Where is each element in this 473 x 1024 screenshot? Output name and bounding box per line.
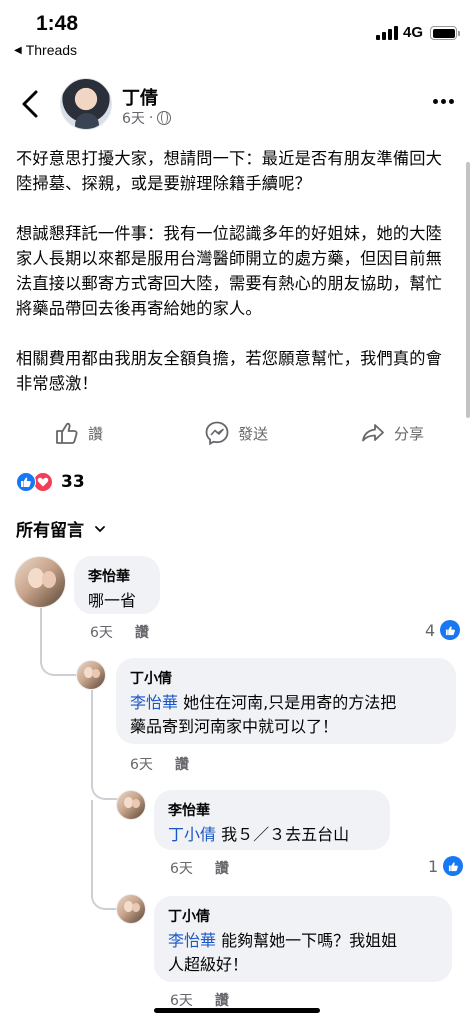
more-options-button[interactable] (428, 90, 458, 112)
commenter-avatar[interactable] (76, 660, 106, 690)
comment-like-button[interactable]: 讚 (215, 990, 229, 1010)
messenger-icon (205, 421, 229, 446)
mention-link[interactable]: 李怡華 (130, 693, 178, 712)
network-type: 4G (403, 24, 424, 41)
comment-meta: 6天 讚 (170, 858, 229, 878)
comment-time: 6天 (90, 625, 113, 641)
share-button[interactable]: 分享 (360, 420, 424, 446)
commenter-name[interactable]: 李怡華 (168, 800, 376, 820)
share-arrow-icon (362, 424, 384, 442)
mention-link[interactable]: 丁小倩 (168, 825, 216, 844)
comment-meta: 6天 讚 (170, 990, 229, 1010)
back-to-app-link[interactable]: ◀ Threads (14, 42, 77, 58)
reaction-count: 33 (61, 472, 85, 492)
comment-text: 李怡華 能夠幫她一下嗎？我姐姐 人超級好！ (168, 931, 398, 974)
signal-icon (376, 26, 398, 40)
comments-filter-label: 所有留言 (16, 521, 84, 541)
post-paragraph: 不好意思打擾大家，想請問一下：最近是否有朋友準備回大陸掃墓、探親，或是要辦理除籍… (16, 149, 443, 193)
commenter-avatar[interactable] (14, 556, 66, 608)
comment-bubble: 李怡華 丁小倩 我５／３去五台山 (154, 790, 390, 850)
globe-icon (157, 111, 172, 125)
back-chevron-icon (22, 90, 38, 118)
like-button[interactable]: 讚 (54, 420, 103, 446)
more-icon (432, 98, 438, 104)
send-label: 發送 (238, 424, 269, 443)
author-avatar[interactable] (60, 78, 112, 130)
like-reaction-icon (440, 620, 461, 640)
scrollbar[interactable] (466, 162, 470, 418)
comments-filter-dropdown[interactable]: 所有留言 (16, 516, 106, 541)
comment-time: 6天 (170, 993, 193, 1009)
chevron-down-icon (95, 525, 105, 532)
reactions-summary[interactable]: 33 (16, 472, 85, 492)
battery-icon (430, 26, 460, 40)
thread-line (91, 800, 121, 910)
back-app-label: Threads (25, 42, 78, 58)
mention-link[interactable]: 李怡華 (168, 931, 216, 950)
status-bar: 1:48 ◀ Threads 4G (0, 0, 473, 62)
comment-bubble: 丁小倩 李怡華 她住在河南,只是用寄的方法把 藥品寄到河南家中就可以了！ (116, 658, 456, 744)
comment-time: 6天 (130, 757, 153, 773)
comment-bubble: 丁小倩 李怡華 能夠幫她一下嗎？我姐姐 人超級好！ (154, 896, 452, 982)
like-reaction-icon (443, 856, 464, 876)
thumbs-up-icon (56, 422, 78, 444)
back-triangle-icon: ◀ (14, 44, 22, 56)
author-name[interactable]: 丁倩 (122, 84, 158, 110)
comment-like-button[interactable]: 讚 (175, 754, 189, 774)
like-label: 讚 (88, 424, 104, 443)
commenter-name[interactable]: 李怡華 (88, 566, 146, 586)
like-count-number: 1 (428, 856, 439, 876)
separator-dot: · (148, 110, 154, 126)
like-count-number: 4 (425, 620, 436, 640)
commenter-name[interactable]: 丁小倩 (168, 906, 438, 926)
comment-meta: 6天 讚 (90, 622, 149, 642)
status-time: 1:48 (36, 12, 79, 35)
post-header: 丁倩 6天 · (0, 72, 473, 138)
comment-text: 丁小倩 我５／３去五台山 (168, 825, 350, 844)
comment-text: 李怡華 她住在河南,只是用寄的方法把 藥品寄到河南家中就可以了！ (130, 693, 397, 736)
comment-text: 哪一省 (88, 591, 137, 610)
post-time: 6天 (122, 111, 145, 127)
comment-time: 6天 (170, 861, 193, 877)
home-indicator[interactable] (154, 1008, 320, 1013)
commenter-avatar[interactable] (116, 894, 146, 924)
post-body: 不好意思打擾大家，想請問一下：最近是否有朋友準備回大陸掃墓、探親，或是要辦理除籍… (16, 146, 456, 421)
comment-like-count[interactable]: 1 (428, 856, 464, 876)
comment-like-button[interactable]: 讚 (215, 858, 229, 878)
love-reaction-icon (33, 472, 53, 492)
commenter-avatar[interactable] (116, 790, 146, 820)
comment-meta: 6天 讚 (130, 754, 189, 774)
post-meta: 6天 · (122, 108, 172, 128)
share-label: 分享 (394, 424, 425, 443)
post-paragraph: 相關費用都由我朋友全額負擔，若您願意幫忙，我們真的會非常感激！ (16, 349, 443, 393)
back-button[interactable] (16, 84, 46, 124)
comment-like-button[interactable]: 讚 (135, 622, 149, 642)
post-actions: 讚 發送 分享 (0, 416, 473, 456)
send-button[interactable]: 發送 (204, 420, 268, 446)
like-reaction-icon (16, 472, 36, 492)
commenter-name[interactable]: 丁小倩 (130, 668, 442, 688)
comment-like-count[interactable]: 4 (425, 620, 461, 640)
post-paragraph: 想誠懇拜託一件事：我有一位認識多年的好姐妹，她的大陸家人長期以來都是服用台灣醫師… (16, 224, 443, 318)
comment-bubble: 李怡華 哪一省 (74, 556, 160, 614)
